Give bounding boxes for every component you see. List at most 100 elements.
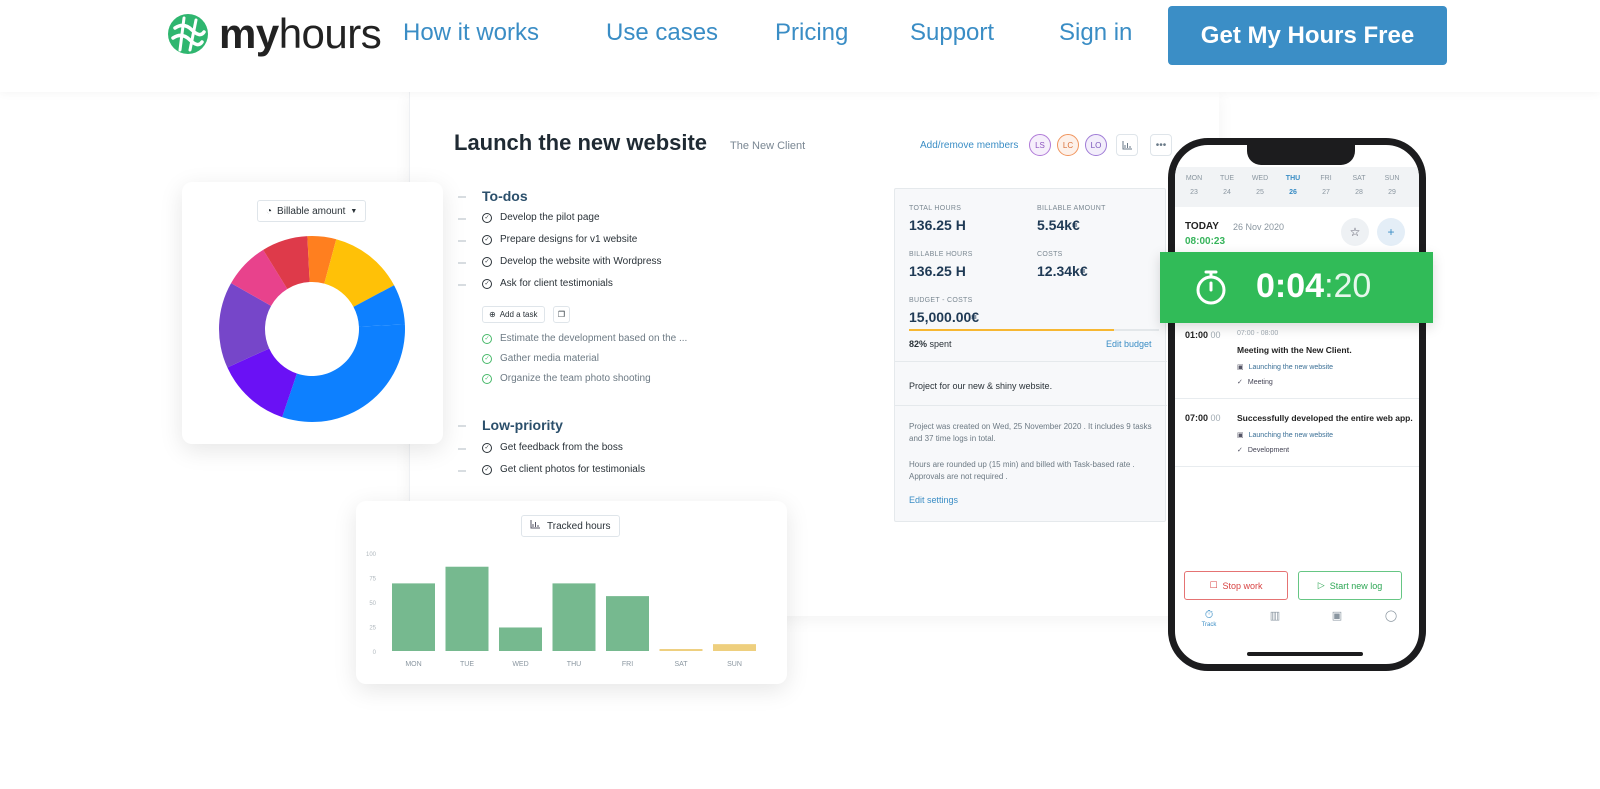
running-timer-banner[interactable]: 0:04:20 bbox=[1160, 252, 1433, 323]
check-circle-icon[interactable]: ✓ bbox=[482, 278, 492, 289]
check-circle-icon[interactable]: ✓ bbox=[482, 333, 492, 344]
more-options-icon[interactable]: ••• bbox=[1150, 134, 1172, 156]
bar-wed bbox=[499, 627, 542, 651]
task-item[interactable]: ✓ Prepare designs for v1 website bbox=[482, 234, 637, 245]
stop-work-button[interactable]: ☐ Stop work bbox=[1184, 571, 1288, 600]
costs-label: COSTS bbox=[1037, 251, 1063, 258]
task-item[interactable]: ✓ Get feedback from the boss bbox=[482, 442, 623, 453]
donut-slice bbox=[282, 324, 405, 422]
budget-costs-value: 15,000.00€ bbox=[909, 309, 980, 325]
day-sun[interactable]: SUN bbox=[1377, 175, 1407, 182]
chart-icon: ▥ bbox=[1269, 610, 1281, 622]
task-item[interactable]: ✓ Get client photos for testimonials bbox=[482, 464, 645, 475]
add-task-button[interactable]: ⊕ Add a task bbox=[482, 306, 545, 323]
billable-amount-card: ◔ Billable amount ▼ bbox=[182, 182, 443, 444]
task-item[interactable]: ✓ Ask for client testimonials bbox=[482, 278, 613, 289]
x-tick-label: THU bbox=[567, 661, 581, 668]
x-tick-label: WED bbox=[512, 661, 528, 668]
date-29[interactable]: 29 bbox=[1377, 189, 1407, 196]
add-remove-members-link[interactable]: Add/remove members bbox=[920, 140, 1018, 151]
day-sat[interactable]: SAT bbox=[1344, 175, 1374, 182]
entry-task: ✓ Meeting bbox=[1237, 378, 1273, 387]
date-24[interactable]: 24 bbox=[1212, 189, 1242, 196]
today-label: TODAY bbox=[1185, 221, 1219, 232]
tab-reports[interactable]: ▥ bbox=[1255, 609, 1295, 622]
tab-track[interactable]: ⏱ Track bbox=[1189, 609, 1229, 628]
donut-slice bbox=[231, 249, 288, 306]
donut-slice bbox=[219, 283, 272, 368]
drag-handle-icon[interactable] bbox=[458, 196, 466, 198]
donut-slice bbox=[263, 236, 310, 289]
date-27[interactable]: 27 bbox=[1311, 189, 1341, 196]
copy-icon[interactable]: ❐ bbox=[553, 306, 570, 323]
task-item[interactable]: ✓ Develop the pilot page bbox=[482, 212, 600, 223]
completed-task-item[interactable]: ✓ Organize the team photo shooting bbox=[482, 373, 651, 384]
day-tue[interactable]: TUE bbox=[1212, 175, 1242, 182]
bar-fri bbox=[606, 596, 649, 651]
bottom-tab-bar: ⏱ Track ▥ ▣ ◯ bbox=[1175, 609, 1419, 639]
billable-amount-value: 5.54k€ bbox=[1037, 217, 1080, 233]
divider bbox=[895, 361, 1167, 362]
check-circle-icon[interactable]: ✓ bbox=[482, 256, 492, 267]
edit-budget-link[interactable]: Edit budget bbox=[1106, 339, 1152, 349]
billable-amount-selector[interactable]: ◔ Billable amount ▼ bbox=[257, 200, 367, 222]
costs-value: 12.34k€ bbox=[1037, 263, 1088, 279]
entry-description[interactable]: Successfully developed the entire web ap… bbox=[1237, 413, 1413, 423]
get-my-hours-free-button[interactable]: Get My Hours Free bbox=[1168, 6, 1447, 65]
tab-projects[interactable]: ▣ bbox=[1317, 609, 1357, 622]
divider bbox=[895, 405, 1167, 406]
project-client[interactable]: The New Client bbox=[730, 140, 805, 152]
day-thu[interactable]: THU bbox=[1278, 175, 1308, 182]
day-mon[interactable]: MON bbox=[1179, 175, 1209, 182]
nav-use-cases[interactable]: Use cases bbox=[606, 18, 718, 48]
date-28[interactable]: 28 bbox=[1344, 189, 1374, 196]
check-circle-icon[interactable]: ✓ bbox=[482, 212, 492, 223]
member-avatar-lc[interactable]: LC bbox=[1057, 134, 1079, 156]
edit-settings-link[interactable]: Edit settings bbox=[909, 495, 958, 505]
completed-task-item[interactable]: ✓ Estimate the development based on the .… bbox=[482, 333, 687, 344]
total-hours-label: TOTAL HOURS bbox=[909, 205, 962, 212]
day-wed[interactable]: WED bbox=[1245, 175, 1275, 182]
completed-task-item[interactable]: ✓ Gather media material bbox=[482, 353, 599, 364]
check-circle-icon[interactable]: ✓ bbox=[482, 373, 492, 384]
task-item[interactable]: ✓ Develop the website with Wordpress bbox=[482, 256, 662, 267]
billable-hours-label: BILLABLE HOURS bbox=[909, 251, 973, 258]
start-new-log-button[interactable]: ▷ Start new log bbox=[1298, 571, 1402, 600]
chart-icon[interactable] bbox=[1116, 134, 1138, 156]
nav-how-it-works[interactable]: How it works bbox=[403, 18, 539, 48]
date-23[interactable]: 23 bbox=[1179, 189, 1209, 196]
drag-handle-icon[interactable] bbox=[458, 240, 466, 242]
day-fri[interactable]: FRI bbox=[1311, 175, 1341, 182]
date-25[interactable]: 25 bbox=[1245, 189, 1275, 196]
add-entry-icon[interactable]: + bbox=[1377, 218, 1405, 246]
star-icon[interactable]: ☆ bbox=[1341, 218, 1369, 246]
y-tick-label: 50 bbox=[369, 601, 376, 607]
check-circle-icon[interactable]: ✓ bbox=[482, 464, 492, 475]
y-tick-label: 0 bbox=[373, 650, 377, 656]
member-avatar-ls[interactable]: LS bbox=[1029, 134, 1051, 156]
drag-handle-icon[interactable] bbox=[458, 425, 466, 427]
check-icon: ✓ bbox=[1237, 447, 1243, 454]
todos-heading: To-dos bbox=[482, 188, 528, 204]
member-avatar-lo[interactable]: LO bbox=[1085, 134, 1107, 156]
myhours-logo[interactable]: myhours bbox=[166, 12, 382, 56]
nav-sign-in[interactable]: Sign in bbox=[1059, 18, 1132, 48]
nav-pricing[interactable]: Pricing bbox=[775, 18, 848, 48]
entry-description[interactable]: Meeting with the New Client. bbox=[1237, 345, 1352, 355]
check-circle-icon[interactable]: ✓ bbox=[482, 353, 492, 364]
drag-handle-icon[interactable] bbox=[458, 470, 466, 472]
drag-handle-icon[interactable] bbox=[458, 262, 466, 264]
check-circle-icon[interactable]: ✓ bbox=[482, 234, 492, 245]
bar-tue bbox=[445, 566, 489, 651]
drag-handle-icon[interactable] bbox=[458, 218, 466, 220]
entry-project: ▣ Launching the new website bbox=[1237, 431, 1334, 440]
drag-handle-icon[interactable] bbox=[458, 284, 466, 286]
drag-handle-icon[interactable] bbox=[458, 448, 466, 450]
user-icon: ◯ bbox=[1384, 610, 1398, 622]
check-circle-icon[interactable]: ✓ bbox=[482, 442, 492, 453]
tab-profile[interactable]: ◯ bbox=[1371, 609, 1411, 622]
home-indicator bbox=[1247, 652, 1363, 656]
date-26[interactable]: 26 bbox=[1278, 189, 1308, 196]
nav-support[interactable]: Support bbox=[910, 18, 994, 48]
donut-slice bbox=[307, 236, 337, 284]
